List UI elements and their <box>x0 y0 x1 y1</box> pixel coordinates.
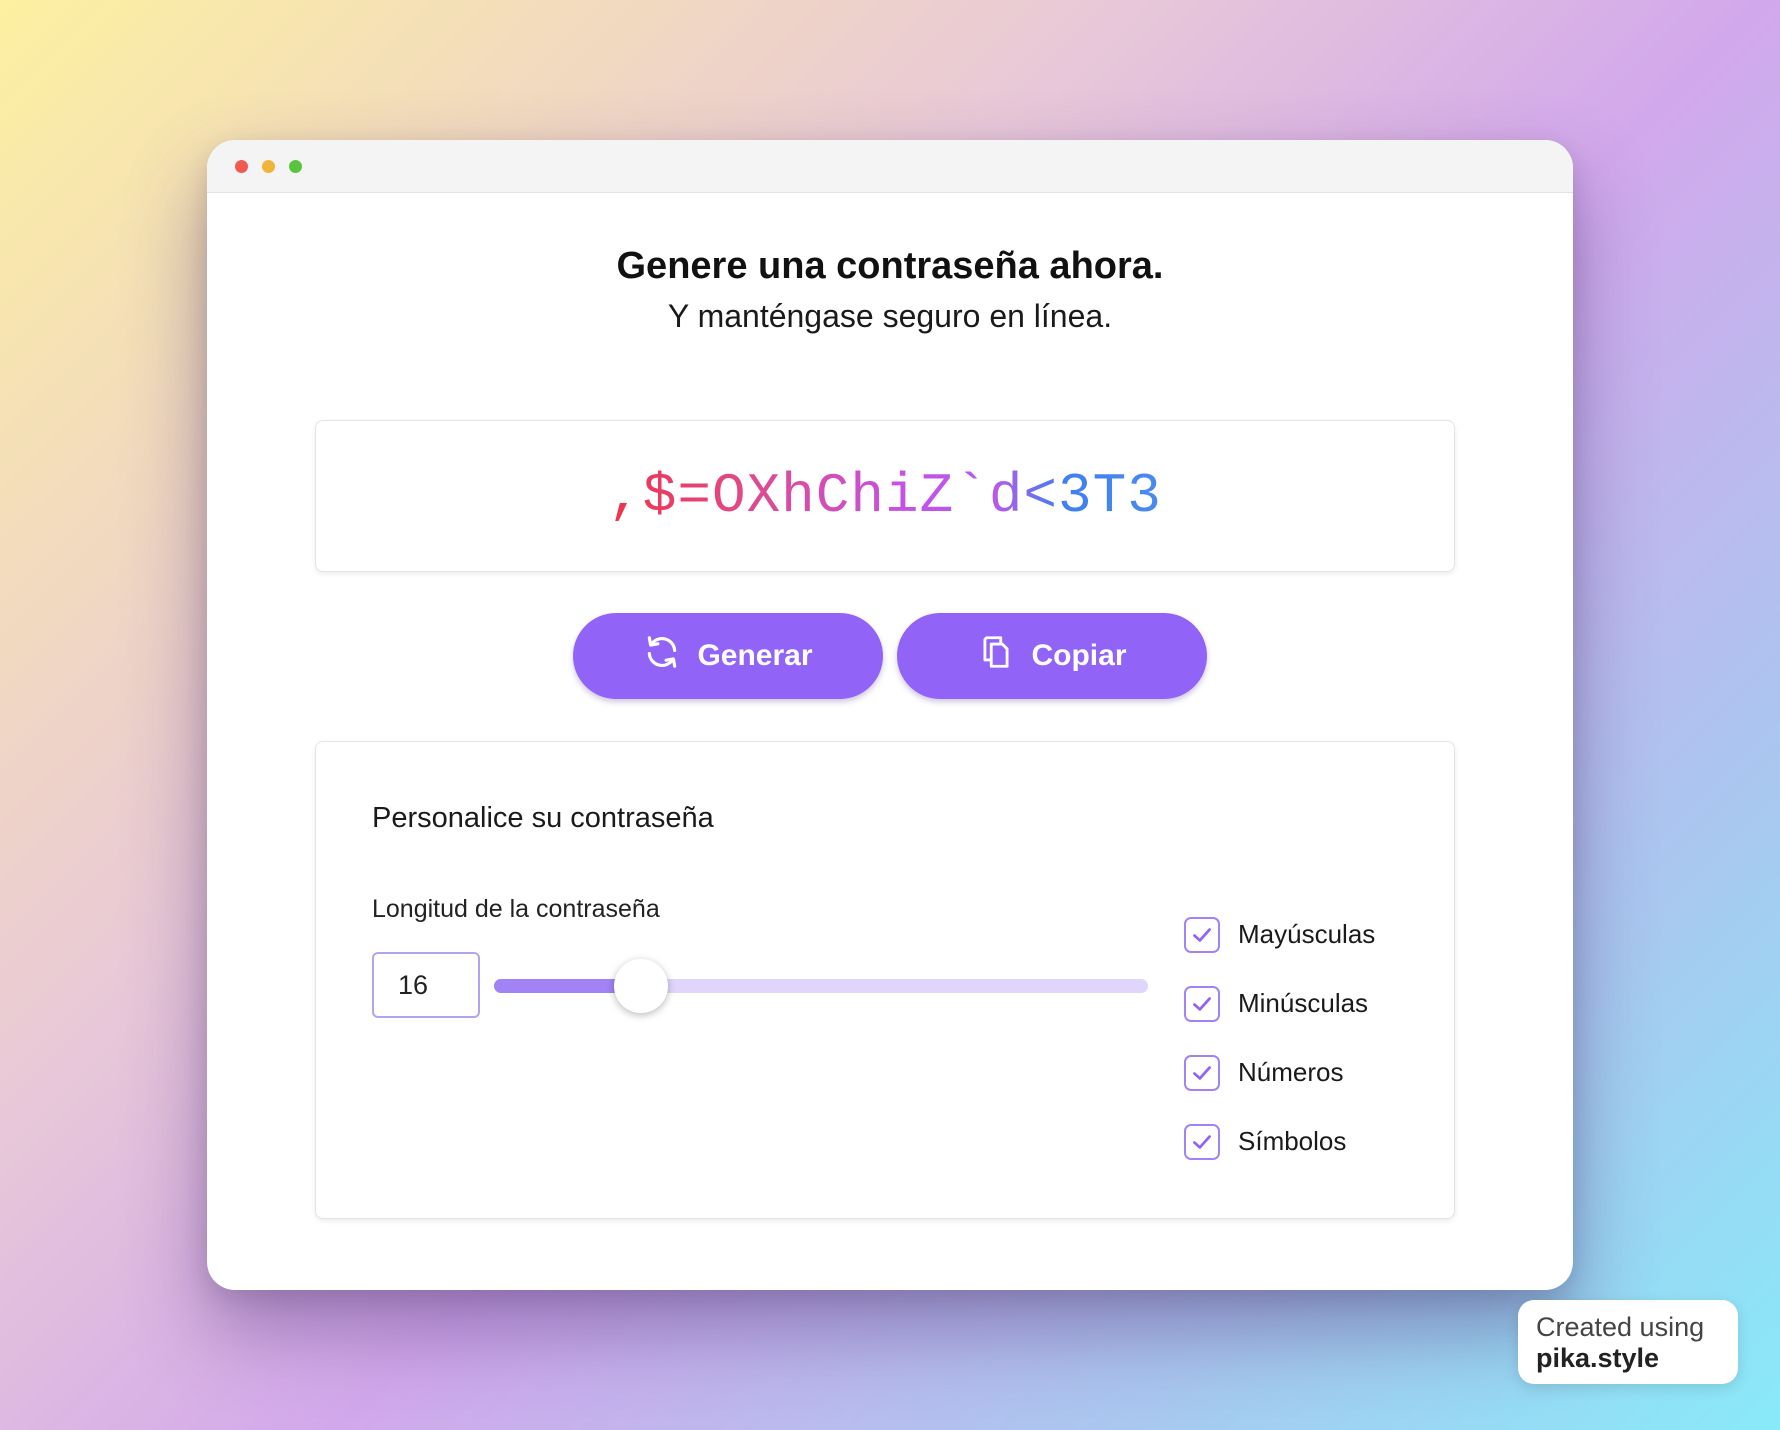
option-uppercase[interactable]: Mayúsculas <box>1184 900 1375 969</box>
lowercase-checkbox[interactable] <box>1184 985 1220 1022</box>
close-window-button[interactable] <box>235 160 248 173</box>
watermark-line1: Created using <box>1536 1312 1705 1342</box>
settings-title: Personalice su contraseña <box>372 802 714 834</box>
minimize-window-button[interactable] <box>262 160 275 173</box>
copy-button-label: Copiar <box>1031 639 1127 672</box>
page-title: Genere una contraseña ahora. <box>616 245 1164 287</box>
watermark-badge: Created using pika.style <box>1518 1300 1738 1384</box>
option-lowercase[interactable]: Minúsculas <box>1184 969 1375 1038</box>
check-icon <box>1193 1065 1211 1080</box>
check-icon <box>1193 996 1211 1011</box>
settings-panel: Personalice su contraseña Longitud de la… <box>315 741 1455 1219</box>
generate-button-label: Generar <box>697 639 813 672</box>
uppercase-checkbox[interactable] <box>1184 916 1220 953</box>
window-titlebar <box>207 140 1573 193</box>
length-label: Longitud de la contraseña <box>372 895 660 923</box>
length-slider[interactable] <box>494 959 1148 1013</box>
length-slider-thumb[interactable] <box>614 959 669 1013</box>
uppercase-label: Mayúsculas <box>1238 919 1376 949</box>
symbols-label: Símbolos <box>1238 1126 1347 1156</box>
generate-button[interactable]: Generar <box>573 613 883 699</box>
character-options: Mayúsculas Minúsculas Números Símbolos <box>1184 900 1375 1176</box>
app-window: Genere una contraseña ahora. Y manténgas… <box>207 140 1573 1290</box>
check-icon <box>1193 927 1211 942</box>
refresh-icon <box>643 633 681 679</box>
length-input[interactable]: 16 <box>372 952 480 1018</box>
watermark-line2: pika.style <box>1536 1343 1660 1373</box>
numbers-label: Números <box>1238 1057 1344 1087</box>
copy-icon <box>977 633 1015 679</box>
symbols-checkbox[interactable] <box>1184 1123 1220 1160</box>
page-subtitle: Y manténgase seguro en línea. <box>667 298 1113 334</box>
check-icon <box>1193 1134 1211 1149</box>
option-symbols[interactable]: Símbolos <box>1184 1107 1375 1176</box>
generated-password[interactable]: ,$=OXhChiZ`d<3T3 <box>608 464 1162 528</box>
option-numbers[interactable]: Números <box>1184 1038 1375 1107</box>
action-buttons: Generar Copiar <box>207 613 1573 699</box>
lowercase-label: Minúsculas <box>1238 988 1369 1018</box>
password-display[interactable]: ,$=OXhChiZ`d<3T3 <box>315 420 1455 572</box>
maximize-window-button[interactable] <box>289 160 302 173</box>
numbers-checkbox[interactable] <box>1184 1054 1220 1091</box>
copy-button[interactable]: Copiar <box>897 613 1207 699</box>
